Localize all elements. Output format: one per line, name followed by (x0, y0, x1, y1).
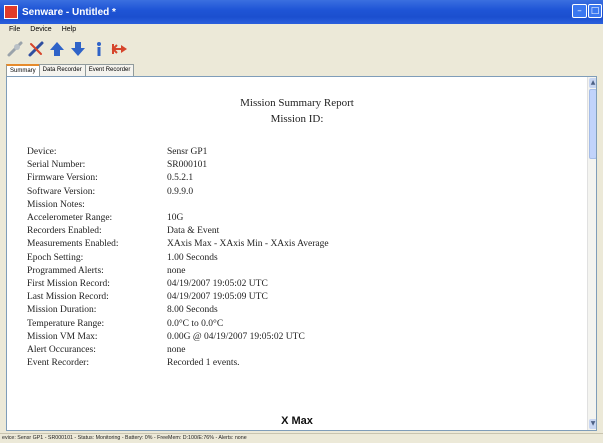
tab-event-recorder[interactable]: Event Recorder (84, 64, 135, 76)
report-row: First Mission Record: 04/19/2007 19:05:02… (27, 279, 577, 292)
report-row: Serial Number: SR000101 (27, 160, 577, 173)
report-row-value: 8.00 Seconds (167, 305, 218, 316)
info-button[interactable] (90, 39, 108, 59)
report-row-label: Mission VM Max: (27, 331, 98, 342)
report-row-label: Epoch Setting: (27, 252, 84, 263)
upload-arrow-icon (50, 42, 64, 56)
report-row: Event Recorder: Recorded 1 events. (27, 358, 577, 371)
report-row: Device: Sensr GP1 (27, 147, 577, 160)
report-row-value: none (167, 265, 186, 276)
report-row-label: Last Mission Record: (27, 292, 109, 303)
menu-help[interactable]: Help (57, 24, 81, 36)
window-title: Senware - Untitled * (22, 6, 116, 18)
report-row: Measurements Enabled: XAxis Max - XAxis M… (27, 239, 577, 252)
report-row-label: Mission Notes: (27, 199, 85, 210)
report-row: Software Version: 0.9.9.0 (27, 187, 577, 200)
report-row-label: Measurements Enabled: (27, 239, 119, 250)
report-row: Epoch Setting: 1.00 Seconds (27, 253, 577, 266)
title-bar: Senware - Untitled * – □ (0, 0, 603, 24)
scroll-down-arrow-icon[interactable]: ▼ (589, 419, 596, 429)
report-row: Programmed Alerts: none (27, 266, 577, 279)
vertical-scrollbar[interactable]: ▲ ▼ (587, 77, 596, 430)
report-row-label: Programmed Alerts: (27, 265, 104, 276)
report-row-value: SR000101 (167, 160, 208, 171)
report-panel: Mission Summary Report Mission ID: Devic… (6, 76, 597, 431)
report-row-label: Mission Duration: (27, 305, 97, 316)
tab-data-recorder[interactable]: Data Recorder (38, 64, 86, 76)
maximize-button[interactable]: □ (588, 4, 602, 18)
report-row-value: 10G (167, 213, 184, 223)
report-row-value: 0.5.2.1 (167, 173, 194, 184)
report-row-value: 04/19/2007 19:05:02 UTC (167, 279, 268, 289)
report-row-label: Device: (27, 147, 57, 157)
report-row-label: Alert Occurances: (27, 345, 96, 355)
section-heading: X Max (281, 415, 313, 427)
report-row-value: XAxis Max - XAxis Min - XAxis Average (167, 239, 329, 250)
mission-summary-report: Mission Summary Report Mission ID: Devic… (7, 77, 587, 430)
connect-icon (7, 41, 23, 57)
report-row-value: 04/19/2007 19:05:09 UTC (167, 292, 268, 303)
report-row-label: Temperature Range: (27, 318, 105, 329)
report-row: Mission VM Max: 0.00G @ 04/19/2007 19:05:… (27, 332, 577, 345)
tab-bar: Summary Data Recorder Event Recorder (6, 64, 135, 76)
report-row-label: Recorders Enabled: (27, 226, 102, 237)
report-row-value: 0.0°C to 0.0°C (167, 318, 224, 329)
range-arrows-icon (111, 44, 127, 54)
report-row: Temperature Range: 0.0°C to 0.0°C (27, 319, 577, 332)
report-row-value: 0.00G @ 04/19/2007 19:05:02 UTC (167, 331, 305, 342)
disconnect-icon (28, 41, 44, 57)
report-row: Recorders Enabled: Data & Event (27, 226, 577, 239)
app-icon (4, 5, 18, 19)
connect-button[interactable] (6, 39, 24, 59)
menu-bar: File Device Help (0, 24, 603, 36)
report-row: Mission Notes: (27, 200, 577, 213)
report-row: Firmware Version: 0.5.2.1 (27, 173, 577, 186)
disconnect-button[interactable] (27, 39, 45, 59)
report-row: Alert Occurances: none (27, 345, 577, 358)
menu-device[interactable]: Device (25, 24, 56, 36)
download-arrow-icon (71, 42, 85, 56)
report-row-label: Event Recorder: (27, 358, 89, 369)
report-title: Mission Summary Report (240, 97, 354, 109)
report-row-value: Sensr GP1 (167, 147, 208, 157)
minimize-button[interactable]: – (572, 4, 587, 18)
status-bar: evice: Sensr GP1 - SR000101 - Status: Mo… (0, 433, 603, 443)
toolbar (0, 36, 603, 62)
report-row: Last Mission Record: 04/19/2007 19:05:09 … (27, 292, 577, 305)
range-button[interactable] (111, 39, 129, 59)
report-row: Accelerometer Range: 10G (27, 213, 577, 226)
report-row-value: 1.00 Seconds (167, 252, 218, 263)
report-row-value: 0.9.9.0 (167, 186, 194, 197)
report-row: Mission Duration: 8.00 Seconds (27, 305, 577, 318)
scroll-thumb[interactable] (589, 89, 596, 159)
report-row-label: First Mission Record: (27, 279, 110, 289)
upload-button[interactable] (48, 39, 66, 59)
report-row-label: Firmware Version: (27, 173, 98, 184)
download-button[interactable] (69, 39, 87, 59)
report-row-value: Data & Event (167, 226, 220, 237)
info-icon (97, 42, 101, 56)
scroll-up-arrow-icon[interactable]: ▲ (589, 78, 596, 88)
report-row-value: Recorded 1 events. (167, 358, 240, 369)
report-row-label: Accelerometer Range: (27, 213, 113, 223)
mission-id-label: Mission ID: (270, 113, 324, 125)
report-row-label: Serial Number: (27, 160, 86, 171)
report-row-label: Software Version: (27, 186, 96, 197)
report-row-value: none (167, 345, 186, 355)
tab-summary[interactable]: Summary (6, 64, 40, 76)
menu-file[interactable]: File (4, 24, 25, 36)
